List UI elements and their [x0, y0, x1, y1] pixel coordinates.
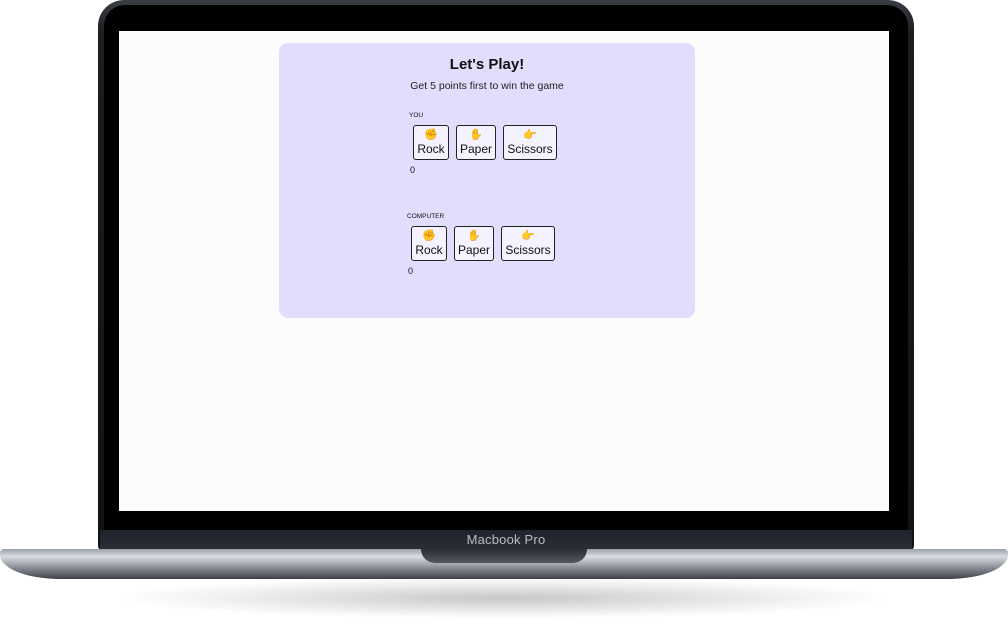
fist-icon: ✊: [424, 128, 438, 141]
fist-icon: ✊: [422, 229, 436, 242]
player-score: 0: [410, 165, 416, 175]
player-panel-you: YOU ✊ Rock ✋ Paper 👉 Scissors 0: [409, 112, 557, 175]
choice-label: Paper: [459, 141, 493, 156]
scissors-hand-icon: 👉: [521, 229, 535, 242]
choice-label: Rock: [417, 141, 445, 156]
player-label: YOU: [409, 112, 424, 119]
device-brand-label: Macbook Pro: [466, 532, 546, 547]
scissors-hand-icon: 👉: [523, 128, 537, 141]
choice-row: ✊ Rock ✋ Paper 👉 Scissors: [413, 125, 557, 160]
hand-icon: ✋: [467, 229, 481, 242]
laptop-shadow: [120, 578, 888, 618]
choice-row: ✊ Rock ✋ Paper 👉 Scissors: [411, 226, 555, 261]
laptop-mockup: Macbook Pro Let's Play! Get 5 points fir…: [0, 0, 1008, 635]
rock-button[interactable]: ✊ Rock: [413, 125, 449, 160]
game-subtitle: Get 5 points first to win the game: [410, 80, 564, 92]
laptop-notch: [421, 549, 587, 563]
rock-button[interactable]: ✊ Rock: [411, 226, 447, 261]
scissors-button[interactable]: 👉 Scissors: [501, 226, 555, 261]
choice-label: Paper: [457, 242, 491, 257]
game-title: Let's Play!: [449, 56, 525, 73]
game-card: Let's Play! Get 5 points first to win th…: [279, 43, 695, 318]
player-score: 0: [408, 266, 414, 276]
hand-icon: ✋: [469, 128, 483, 141]
player-label: COMPUTER: [407, 213, 445, 220]
player-panel-computer: COMPUTER ✊ Rock ✋ Paper 👉 Scissors 0: [407, 213, 555, 276]
paper-button[interactable]: ✋ Paper: [454, 226, 494, 261]
choice-label: Scissors: [507, 141, 553, 156]
screen: Let's Play! Get 5 points first to win th…: [119, 31, 889, 511]
choice-label: Scissors: [505, 242, 551, 257]
choice-label: Rock: [415, 242, 443, 257]
scissors-button[interactable]: 👉 Scissors: [503, 125, 557, 160]
paper-button[interactable]: ✋ Paper: [456, 125, 496, 160]
